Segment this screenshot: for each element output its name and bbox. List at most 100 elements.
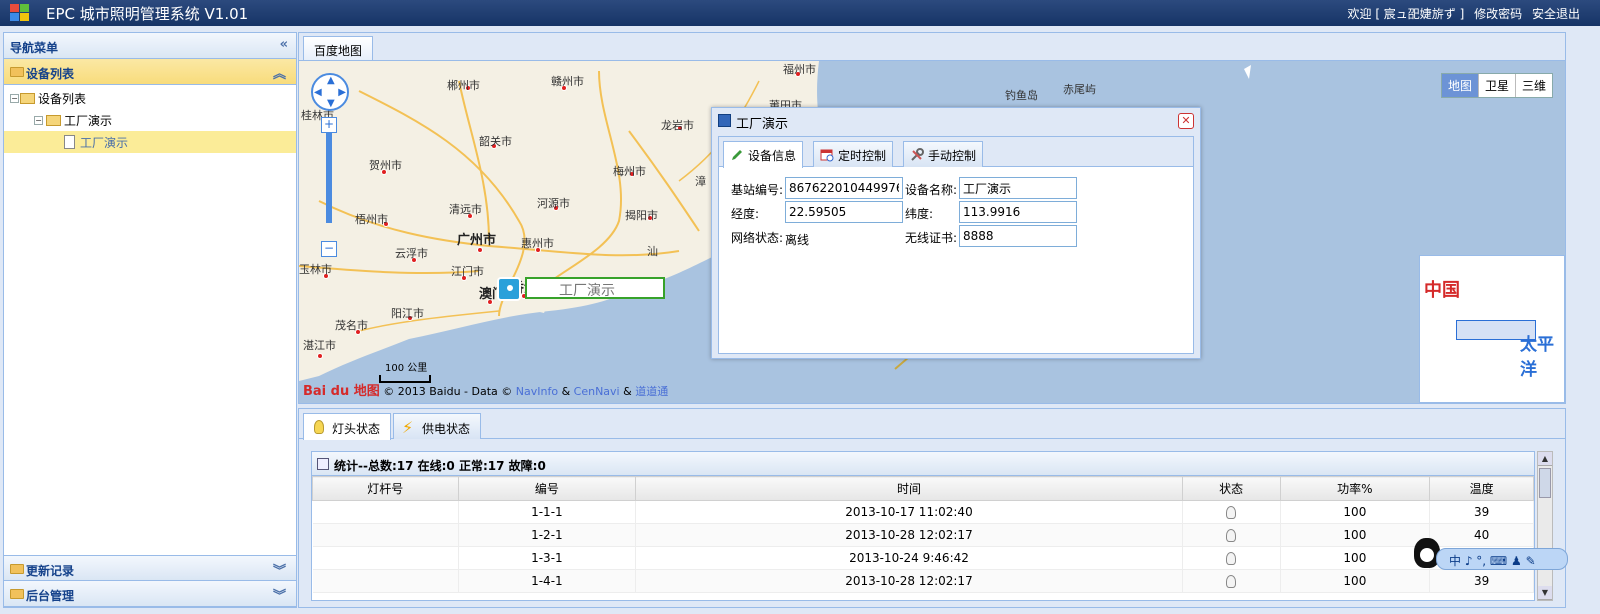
baidu-map[interactable]: 郴州市 赣州市 福州市 莆田市 钓鱼岛 赤尾屿 桂林市 韶关市 龙岩市 梅州市 … — [298, 60, 1566, 404]
map-tab-strip: 百度地图 — [298, 32, 1566, 61]
table-row[interactable]: 1-2-1 2013-10-28 12:02:17 100 40 — [312, 523, 1534, 547]
collapse-sidebar-icon[interactable]: « — [280, 37, 288, 52]
app-title: EPC 城市照明管理系统 V1.01 — [46, 5, 249, 23]
navinfo-link[interactable]: NavInfo — [516, 385, 558, 398]
city-label: 茂名市 — [335, 319, 368, 332]
folder-icon — [10, 67, 24, 77]
tree-label: 工厂演示 — [80, 136, 129, 150]
tree-node-root[interactable]: − 设备列表 — [4, 87, 296, 109]
city-label: 钓鱼岛 — [1005, 89, 1038, 102]
scroll-up-icon[interactable]: ▲ — [1538, 452, 1552, 466]
marker-label[interactable]: 工厂演示 — [525, 277, 665, 299]
cell — [1182, 500, 1281, 524]
ime-toolbar[interactable]: 中 ♪ °, ⌨ ♟ ✎ — [1436, 548, 1568, 570]
map-type-3d[interactable]: 三维 — [1514, 74, 1552, 97]
tab-label: 手动控制 — [928, 149, 977, 163]
tree-node-factory[interactable]: − 工厂演示 — [4, 109, 296, 131]
tab-manual-control[interactable]: 手动控制 — [903, 141, 984, 167]
cell: 1-4-1 — [458, 569, 637, 593]
tools-icon — [910, 148, 924, 162]
close-icon[interactable]: ✕ — [1178, 113, 1194, 129]
zoom-slider[interactable] — [326, 133, 332, 223]
table-header: 灯杆号 编号 时间 状态 功率% 温度 — [312, 476, 1534, 501]
tree-label: 设备列表 — [38, 92, 87, 106]
collapse-node-icon[interactable]: − — [10, 94, 19, 103]
tab-power-status[interactable]: ⚡ 供电状态 — [393, 413, 482, 439]
station-id-label: 基站编号: — [731, 183, 784, 197]
latitude-field[interactable] — [959, 201, 1077, 223]
tab-device-info[interactable]: 设备信息 — [723, 141, 804, 168]
cell: 1-2-1 — [458, 523, 637, 547]
device-name-field[interactable] — [959, 177, 1077, 199]
map-type-satellite[interactable]: 卫星 — [1477, 74, 1515, 97]
accordion-admin[interactable]: 后台管理 ︾ — [4, 581, 296, 607]
grid-scrollbar[interactable]: ▲ ▼ — [1537, 451, 1553, 601]
column-header[interactable]: 状态 — [1181, 476, 1281, 501]
lamp-status-icon — [1226, 575, 1237, 588]
tab-baidu-map[interactable]: 百度地图 — [303, 36, 374, 61]
pencil-icon — [730, 148, 744, 162]
column-header[interactable]: 编号 — [457, 476, 637, 501]
scroll-thumb[interactable] — [1539, 468, 1551, 498]
column-header[interactable]: 功率% — [1279, 476, 1431, 501]
pan-control[interactable]: ▲ ▼ ◀ ▶ — [311, 73, 349, 111]
folder-icon — [46, 115, 61, 126]
city-label: 河源市 — [537, 197, 570, 210]
cennavi-link[interactable]: CenNavi — [574, 385, 620, 398]
collapse-node-icon[interactable]: − — [34, 116, 43, 125]
column-header[interactable]: 温度 — [1429, 476, 1534, 501]
table-row[interactable]: 1-4-1 2013-10-28 12:02:17 100 39 — [312, 569, 1534, 593]
accordion-update-log[interactable]: 更新记录 ︾ — [4, 555, 296, 581]
tab-label: 设备信息 — [748, 149, 797, 163]
tab-label: 供电状态 — [422, 422, 471, 436]
cell: 2013-10-24 9:46:42 — [635, 546, 1183, 570]
city-label: 贺州市 — [369, 159, 402, 172]
pan-up-icon[interactable]: ▲ — [327, 75, 335, 86]
longitude-field[interactable] — [785, 201, 903, 223]
table-row[interactable]: 1-1-1 2013-10-17 11:02:40 100 39 — [312, 500, 1534, 524]
daodaotong-link[interactable]: 道道通 — [635, 385, 668, 398]
lightning-icon: ⚡ — [402, 418, 414, 437]
column-header[interactable]: 时间 — [635, 476, 1183, 501]
dialog-header: 工厂演示 ✕ — [712, 108, 1200, 134]
stats-icon — [317, 458, 329, 470]
tab-label: 灯头状态 — [332, 422, 381, 436]
logout-link[interactable]: 安全退出 — [1532, 7, 1580, 21]
cell — [312, 569, 459, 593]
city-label: 郴州市 — [447, 79, 480, 92]
accordion-device-list[interactable]: 设备列表 ︽ — [4, 59, 296, 85]
scroll-down-icon[interactable]: ▼ — [1538, 586, 1552, 600]
pan-down-icon[interactable]: ▼ — [327, 98, 335, 109]
status-tabs: 灯头状态 ⚡ 供电状态 — [299, 409, 1565, 440]
dialog-body: 设备信息 定时控制 手动控制 基站编号: 设备名称: 经度: — [718, 136, 1194, 354]
dialog-tabs: 设备信息 定时控制 手动控制 — [719, 137, 1193, 168]
tab-timer-control[interactable]: 定时控制 — [813, 141, 894, 167]
folder-icon — [10, 589, 24, 599]
zoom-out-button[interactable]: − — [321, 241, 337, 257]
city-label: 阳江市 — [391, 307, 424, 320]
pan-left-icon[interactable]: ◀ — [314, 87, 322, 98]
station-id-field[interactable] — [785, 177, 903, 199]
zoom-in-button[interactable]: + — [321, 117, 337, 133]
welcome-text: 欢迎 [ 宸ュ巶婕旂ず ] — [1347, 7, 1465, 21]
column-header[interactable]: 灯杆号 — [312, 476, 459, 501]
map-type-map[interactable]: 地图 — [1441, 74, 1478, 97]
cell: 1-3-1 — [458, 546, 637, 570]
change-password-link[interactable]: 修改密码 — [1474, 7, 1522, 21]
device-marker-icon[interactable] — [497, 277, 521, 301]
tree-node-factory-device[interactable]: 工厂演示 — [4, 131, 296, 153]
cell: 2013-10-17 11:02:40 — [635, 500, 1183, 524]
chevron-down-icon[interactable]: ︾ — [273, 585, 286, 604]
overview-map[interactable]: 中国 太平洋 — [1419, 255, 1565, 403]
city-label: 福州市 — [783, 63, 816, 76]
user-links: 欢迎 [ 宸ュ巶婕旂ず ] 修改密码 安全退出 — [1342, 5, 1581, 22]
longitude-label: 经度: — [731, 207, 760, 221]
chevron-down-icon[interactable]: ︾ — [273, 560, 286, 579]
pan-right-icon[interactable]: ▶ — [338, 87, 346, 98]
table-row[interactable]: 1-3-1 2013-10-24 9:46:42 100 40 — [312, 546, 1534, 570]
sidebar-bottom-accordions: 更新记录 ︾ 后台管理 ︾ — [4, 555, 296, 607]
chevron-up-icon[interactable]: ︽ — [273, 63, 286, 82]
wireless-field[interactable] — [959, 225, 1077, 247]
tab-lamp-status[interactable]: 灯头状态 — [303, 413, 392, 440]
cell — [1182, 546, 1281, 570]
